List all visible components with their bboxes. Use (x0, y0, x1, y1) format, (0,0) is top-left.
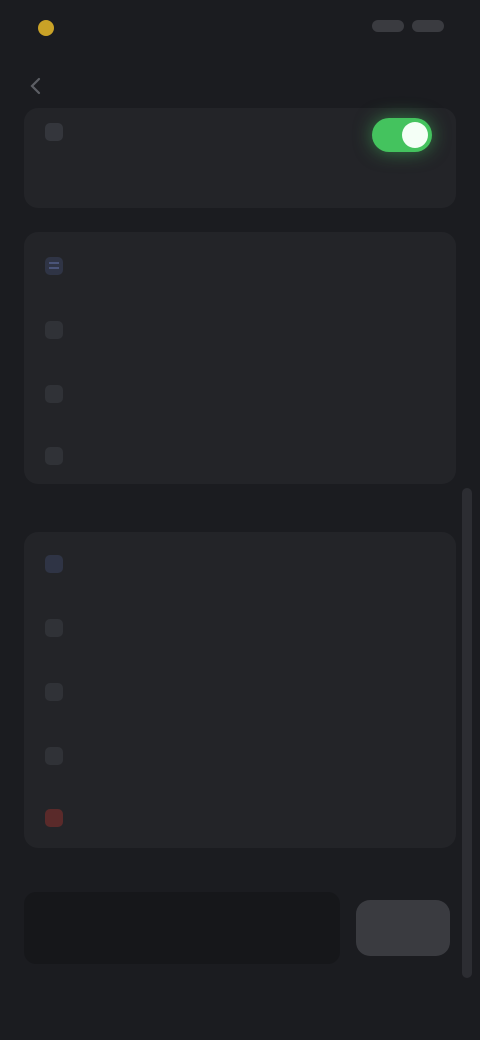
bottom-bar (0, 880, 480, 980)
item-icon (45, 619, 63, 637)
item-icon (45, 321, 63, 339)
shield-icon (45, 123, 63, 141)
status-bar (0, 0, 480, 60)
menu-item-6[interactable] (24, 600, 456, 656)
item-icon (45, 555, 63, 573)
menu-item-8[interactable] (24, 728, 456, 784)
app-logo-icon (38, 20, 54, 36)
menu-item-7[interactable] (24, 664, 456, 720)
app-brand (62, 20, 142, 36)
menu-item-3[interactable] (24, 366, 456, 422)
back-arrow-icon[interactable] (26, 76, 46, 96)
item-icon (45, 683, 63, 701)
delete-menu-item[interactable] (24, 790, 456, 846)
list-icon (45, 257, 63, 275)
bottom-input[interactable] (24, 892, 340, 964)
battery-icon (412, 20, 444, 32)
screen (0, 0, 480, 1040)
menu-item-5[interactable] (24, 536, 456, 592)
menu-item-1[interactable] (24, 238, 456, 294)
item-icon (45, 385, 63, 403)
feature-toggle[interactable] (372, 118, 432, 152)
menu-item-4[interactable] (24, 428, 456, 484)
item-icon (45, 447, 63, 465)
menu-group-2 (24, 532, 456, 848)
delete-icon (45, 809, 63, 827)
signal-icon (372, 20, 404, 32)
status-indicators (372, 20, 444, 32)
page-title (190, 74, 290, 98)
toggle-knob (402, 122, 428, 148)
bottom-action-button[interactable] (356, 900, 450, 956)
menu-group-1 (24, 232, 456, 484)
item-icon (45, 747, 63, 765)
scrollbar[interactable] (462, 488, 472, 978)
menu-item-2[interactable] (24, 302, 456, 358)
toggle-card (24, 108, 456, 208)
